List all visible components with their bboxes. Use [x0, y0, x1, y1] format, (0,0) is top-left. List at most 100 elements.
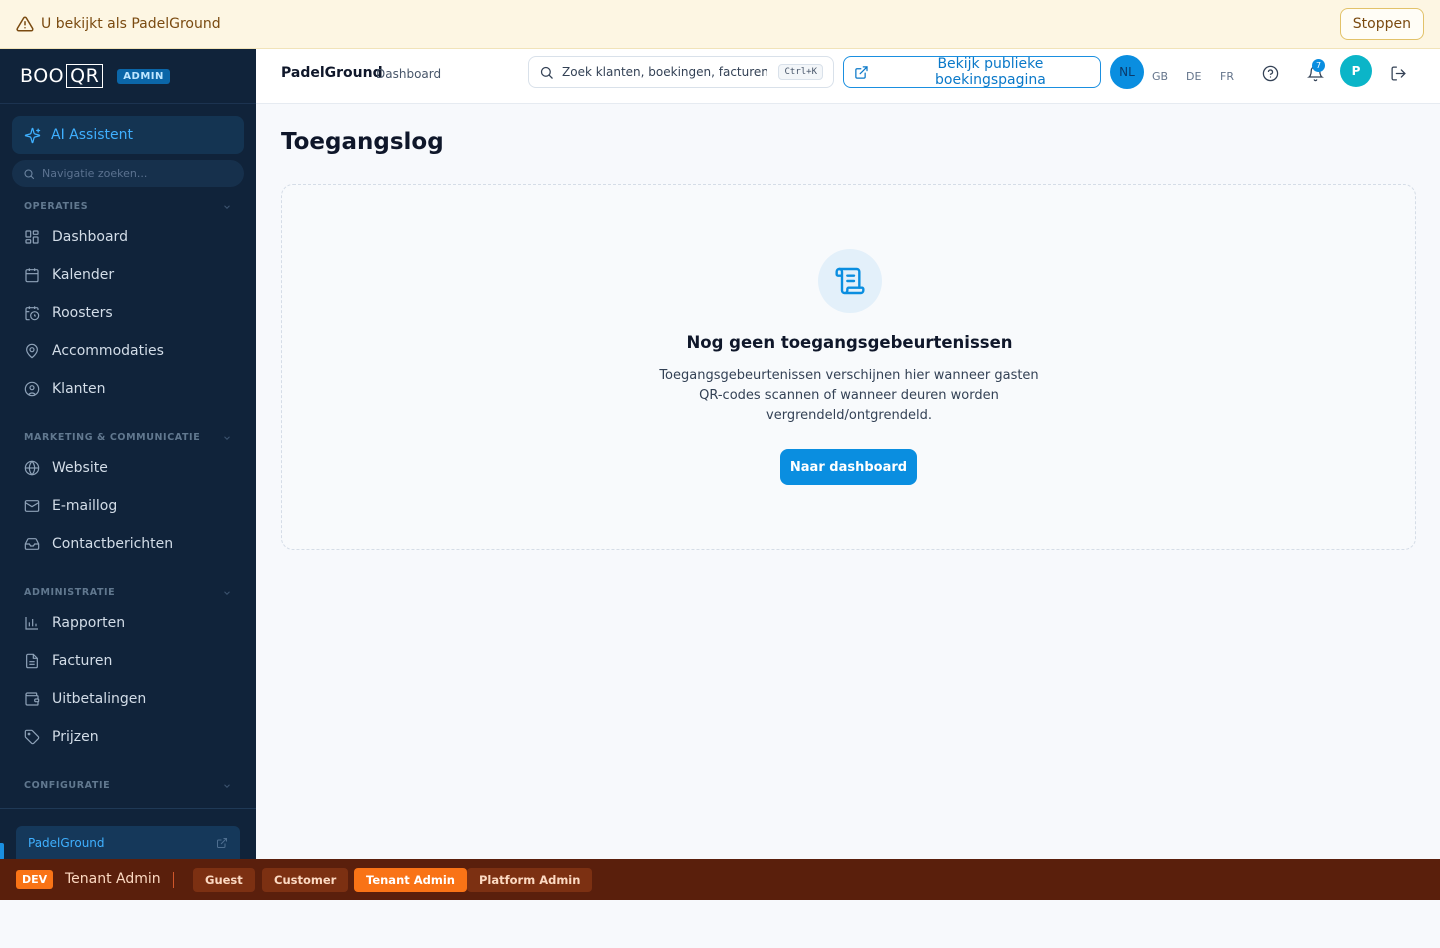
public-booking-page-label: Bekijk publieke boekingspagina	[935, 56, 1046, 88]
global-search: Ctrl+K	[528, 56, 834, 88]
sidebar-item-label: Roosters	[52, 305, 113, 321]
help-button[interactable]	[1260, 63, 1280, 83]
sidebar-item-e-maillog[interactable]: E-maillog	[12, 489, 244, 523]
sidebar-item-label: E-maillog	[52, 498, 118, 514]
calendar-clock-icon	[25, 306, 40, 321]
sidebar-item-label: Kalender	[52, 267, 115, 283]
role-customer-button[interactable]: Customer	[262, 868, 349, 892]
sidebar-item-prijzen[interactable]: Prijzen	[12, 720, 244, 754]
ai-assistant-label: AI Assistent	[51, 127, 133, 143]
notification-count-badge: 7	[1312, 59, 1325, 72]
sidebar-item-label: Website	[52, 460, 108, 476]
role-platform-admin-button[interactable]: Platform Admin	[467, 868, 593, 892]
empty-state-title: Nog geen toegangsgebeurtenissen	[686, 333, 1013, 352]
sidebar-item-label: Rapporten	[52, 615, 126, 631]
role-tenant-admin-button[interactable]: Tenant Admin	[354, 868, 467, 892]
sidebar-item-klanten[interactable]: Klanten	[12, 372, 244, 406]
tag-icon	[24, 729, 40, 745]
section-title: ADMINISTRATIE	[24, 587, 116, 598]
chevron-down-icon	[224, 783, 230, 788]
language-de[interactable]: DE	[1186, 49, 1201, 104]
public-booking-page-button[interactable]: Bekijk publieke boekingspagina	[843, 56, 1101, 88]
sidebar-item-label: Uitbetalingen	[52, 691, 147, 707]
warning-icon	[16, 15, 34, 33]
sidebar-item-uitbetalingen[interactable]: Uitbetalingen	[12, 682, 244, 716]
dev-tag: DEV	[16, 870, 54, 889]
stop-impersonation-button[interactable]: Stoppen	[1339, 8, 1424, 40]
section-title: MARKETING & COMMUNICATIE	[24, 432, 201, 443]
sidebar-item-label: Accommodaties	[52, 343, 164, 359]
role-guest-button[interactable]: Guest	[193, 868, 255, 892]
sidebar-item-rapporten[interactable]: Rapporten	[12, 606, 244, 640]
language-gb[interactable]: GB	[1152, 49, 1168, 104]
sparkles-icon	[24, 127, 41, 143]
section-marketing[interactable]: MARKETING & COMMUNICATIE	[24, 432, 232, 443]
nav-search-input[interactable]	[42, 167, 232, 180]
dev-role-bar: DEV Tenant Admin Guest Customer Tenant A…	[0, 859, 1440, 900]
avatar[interactable]: P	[1340, 55, 1372, 87]
sidebar-item-label: Prijzen	[52, 729, 99, 745]
sidebar-item-kalender[interactable]: Kalender	[12, 258, 244, 292]
section-title: CONFIGURATIE	[24, 780, 111, 791]
active-indicator	[0, 843, 4, 859]
sidebar-item-dashboard[interactable]: Dashboard	[12, 220, 244, 254]
chevron-down-icon	[224, 204, 230, 209]
file-text-icon	[26, 653, 38, 669]
empty-state: Nog geen toegangsgebeurtenissen Toegangs…	[281, 184, 1416, 550]
sidebar-item-facturen[interactable]: Facturen	[12, 644, 244, 678]
ai-assistant-button[interactable]: AI Assistent	[12, 116, 244, 154]
logo-text-a: BOO	[20, 65, 65, 87]
sidebar-item-accommodaties[interactable]: Accommodaties	[12, 334, 244, 368]
sidebar-footer: PadelGround	[0, 808, 256, 859]
page-title: Toegangslog	[281, 129, 444, 155]
external-link-icon	[855, 65, 868, 79]
section-administratie[interactable]: ADMINISTRATIE	[24, 587, 232, 598]
tenant-switcher[interactable]: PadelGround	[16, 826, 240, 859]
sidebar-item-label: Contactberichten	[52, 536, 174, 552]
logo[interactable]: BOO QR	[20, 64, 104, 88]
breadcrumb-page[interactable]: Dashboard	[376, 67, 441, 81]
sidebar-item-roosters[interactable]: Roosters	[12, 296, 244, 330]
divider	[173, 872, 174, 888]
mail-icon	[24, 500, 40, 512]
chevron-down-icon	[224, 435, 230, 440]
sidebar-item-label: Klanten	[52, 381, 106, 397]
logout-button[interactable]	[1388, 63, 1408, 83]
logo-text-b: QR	[66, 64, 104, 88]
sidebar: BOOQR ADMIN AI Assistent OPERATIES Dashb…	[0, 49, 256, 859]
chevron-down-icon	[224, 590, 230, 595]
map-pin-icon	[26, 343, 38, 359]
sidebar-item-website[interactable]: Website	[12, 451, 244, 485]
sidebar-item-contactberichten[interactable]: Contactberichten	[12, 527, 244, 561]
admin-badge: ADMIN	[117, 68, 170, 84]
dashboard-icon	[25, 230, 39, 244]
current-role: Tenant Admin	[65, 871, 161, 887]
section-configuratie[interactable]: CONFIGURATIE	[24, 780, 232, 791]
wallet-icon	[25, 692, 40, 706]
inbox-icon	[24, 538, 40, 550]
section-title: OPERATIES	[24, 201, 89, 212]
language-nl[interactable]: NL	[1110, 55, 1144, 89]
impersonation-message: U bekijkt als PadelGround	[41, 16, 221, 32]
empty-state-description: Toegangsgebeurtenissen verschijnen hier …	[659, 368, 1039, 423]
brand: BOO QR ADMIN	[0, 49, 256, 104]
bar-chart-icon	[25, 617, 38, 630]
breadcrumb-tenant[interactable]: PadelGround	[281, 65, 383, 81]
global-search-input[interactable]	[562, 65, 767, 79]
language-fr[interactable]: FR	[1220, 49, 1234, 104]
calendar-icon	[25, 268, 39, 283]
tenant-name: PadelGround	[28, 836, 105, 850]
globe-icon	[24, 460, 40, 476]
keyboard-shortcut: Ctrl+K	[778, 64, 823, 80]
logout-icon	[1390, 65, 1406, 81]
user-circle-icon	[24, 381, 40, 397]
search-icon	[540, 66, 553, 79]
search-icon	[24, 168, 35, 179]
help-circle-icon	[1262, 65, 1278, 81]
go-to-dashboard-button[interactable]: Naar dashboard	[780, 449, 917, 485]
sidebar-item-label: Facturen	[52, 653, 113, 669]
section-operaties[interactable]: OPERATIES	[24, 201, 232, 212]
impersonation-banner: U bekijkt als PadelGround Stoppen	[0, 0, 1440, 49]
scroll-icon	[818, 249, 882, 313]
sidebar-item-label: Dashboard	[52, 229, 128, 245]
